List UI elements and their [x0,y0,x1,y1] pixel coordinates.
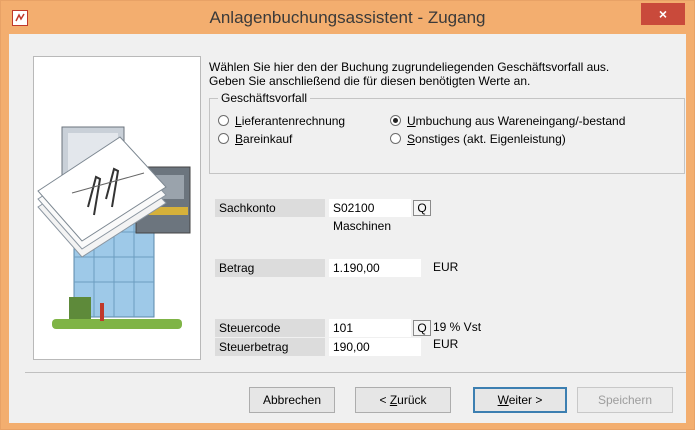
radio-indicator[interactable] [218,115,229,126]
wizard-illustration [33,56,201,360]
radio-indicator[interactable] [390,133,401,144]
betrag-label: Betrag [215,259,325,277]
steuerbetrag-label: Steuerbetrag [215,338,325,356]
geschaeftsvorfall-group: Geschäftsvorfall Lieferantenrechnung Umb… [209,91,685,174]
steuerbetrag-currency: EUR [433,337,459,351]
radio-sonstiges[interactable]: Sonstiges (akt. Eigenleistung) [390,131,566,147]
save-button[interactable]: Speichern [577,387,673,413]
cancel-button[interactable]: Abbrechen [249,387,335,413]
radio-indicator[interactable] [218,133,229,144]
steuerbetrag-input[interactable]: 190,00 [329,338,421,356]
wizard-client-area: Wählen Sie hier den der Buchung zugrunde… [9,34,686,423]
intro-line-2: Geben Sie anschließend die für diesen be… [209,74,531,88]
intro-line-1: Wählen Sie hier den der Buchung zugrunde… [209,60,610,74]
steuercode-input[interactable]: 101 [329,319,411,337]
sachkonto-input[interactable]: S02100 [329,199,411,217]
footer-separator [25,372,686,373]
sachkonto-label: Sachkonto [215,199,325,217]
radio-umbuchung[interactable]: Umbuchung aus Wareneingang/-bestand [390,113,625,129]
asset-booking-illustration-icon [37,126,191,329]
wizard-window: Anlagenbuchungsassistent - Zugang × Wähl… [0,0,695,430]
group-legend: Geschäftsvorfall [218,91,311,105]
title-bar[interactable]: Anlagenbuchungsassistent - Zugang × [2,2,693,34]
steuercode-description: 19 % Vst [433,320,482,334]
intro-text: Wählen Sie hier den der Buchung zugrunde… [209,60,679,88]
radio-indicator-selected[interactable] [390,115,401,126]
close-button[interactable]: × [641,3,685,25]
steuercode-label: Steuercode [215,319,325,337]
next-button[interactable]: Weiter > [473,387,567,413]
steuercode-lookup-icon[interactable]: Q [413,320,431,336]
betrag-input[interactable]: 1.190,00 [329,259,421,277]
betrag-currency: EUR [433,260,459,274]
back-button[interactable]: < Zurück [355,387,451,413]
radio-bareinkauf[interactable]: Bareinkauf [218,131,292,147]
radio-lieferantenrechnung[interactable]: Lieferantenrechnung [218,113,345,129]
sachkonto-lookup-icon[interactable]: Q [413,200,431,216]
window-title: Anlagenbuchungsassistent - Zugang [209,8,486,27]
sachkonto-name: Maschinen [333,219,392,233]
